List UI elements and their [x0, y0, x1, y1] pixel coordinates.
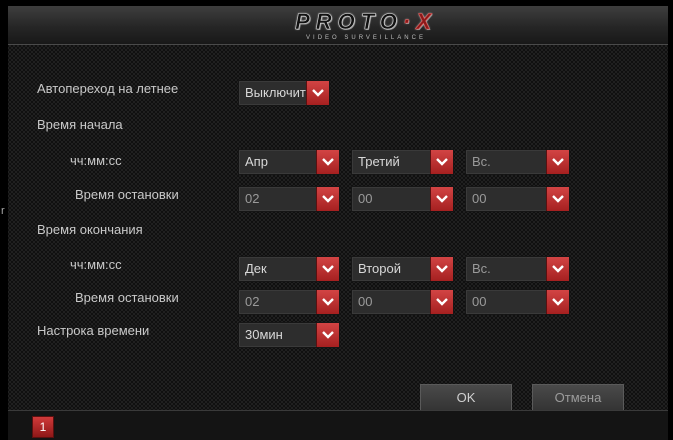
channel-badge[interactable]: 1 — [32, 416, 54, 438]
end-hour-value: 02 — [245, 294, 260, 309]
dst-settings-window: PROTO·X VIDEO SURVEILLANCE Автопереход н… — [8, 6, 668, 440]
chevron-down-icon[interactable] — [430, 150, 453, 174]
end-second-select[interactable]: 00 — [465, 289, 570, 315]
logo-tagline: VIDEO SURVEILLANCE — [306, 35, 426, 41]
chevron-down-icon[interactable] — [546, 187, 569, 211]
start-time-heading: Время начала — [37, 117, 123, 132]
chevron-down-icon[interactable] — [430, 257, 453, 281]
start-minute-value: 00 — [358, 191, 373, 206]
start-time-label: Время остановки — [75, 187, 179, 202]
chevron-down-icon[interactable] — [546, 290, 569, 314]
logo-wordmark: PROTO·X — [295, 9, 437, 34]
time-offset-label: Настрока времени — [37, 323, 150, 338]
start-second-value: 00 — [472, 191, 487, 206]
end-minute-select[interactable]: 00 — [351, 289, 454, 315]
time-offset-select[interactable]: 30мин — [238, 322, 340, 348]
start-minute-select[interactable]: 00 — [351, 186, 454, 212]
end-minute-value: 00 — [358, 294, 373, 309]
chevron-down-icon[interactable] — [316, 150, 339, 174]
chevron-down-icon[interactable] — [306, 81, 329, 105]
chevron-down-icon[interactable] — [546, 257, 569, 281]
end-month-select[interactable]: Дек — [238, 256, 340, 282]
start-day-select[interactable]: Вс. — [465, 149, 570, 175]
end-time-heading: Время окончания — [37, 222, 143, 237]
end-day-select[interactable]: Вс. — [465, 256, 570, 282]
cancel-button[interactable]: Отмена — [532, 384, 624, 412]
auto-dst-label: Автопереход на летнее — [37, 81, 179, 96]
start-week-value: Третий — [358, 154, 400, 169]
edge-artifact: r — [1, 205, 5, 217]
end-second-value: 00 — [472, 294, 487, 309]
start-day-value: Вс. — [472, 154, 491, 169]
chevron-down-icon[interactable] — [430, 187, 453, 211]
auto-dst-select[interactable]: Выключить — [238, 80, 330, 106]
chevron-down-icon[interactable] — [316, 257, 339, 281]
start-second-select[interactable]: 00 — [465, 186, 570, 212]
end-day-value: Вс. — [472, 261, 491, 276]
end-week-value: Второй — [358, 261, 401, 276]
end-time-label: Время остановки — [75, 290, 179, 305]
chevron-down-icon[interactable] — [316, 187, 339, 211]
start-month-value: Апр — [245, 154, 268, 169]
chevron-down-icon[interactable] — [546, 150, 569, 174]
chevron-down-icon[interactable] — [316, 290, 339, 314]
ok-button[interactable]: OK — [420, 384, 512, 412]
start-date-label: чч:мм:сс — [70, 153, 122, 168]
chevron-down-icon[interactable] — [316, 323, 339, 347]
footer-bar: 1 — [8, 410, 668, 440]
time-offset-value: 30мин — [245, 327, 283, 342]
start-hour-value: 02 — [245, 191, 260, 206]
proto-x-logo: PROTO·X VIDEO SURVEILLANCE — [246, 9, 486, 43]
start-week-select[interactable]: Третий — [351, 149, 454, 175]
start-month-select[interactable]: Апр — [238, 149, 340, 175]
end-week-select[interactable]: Второй — [351, 256, 454, 282]
start-hour-select[interactable]: 02 — [238, 186, 340, 212]
chevron-down-icon[interactable] — [430, 290, 453, 314]
auto-dst-value: Выключить — [245, 85, 307, 100]
header-bar: PROTO·X VIDEO SURVEILLANCE — [8, 6, 668, 45]
end-hour-select[interactable]: 02 — [238, 289, 340, 315]
end-month-value: Дек — [245, 261, 267, 276]
end-date-label: чч:мм:сс — [70, 257, 122, 272]
